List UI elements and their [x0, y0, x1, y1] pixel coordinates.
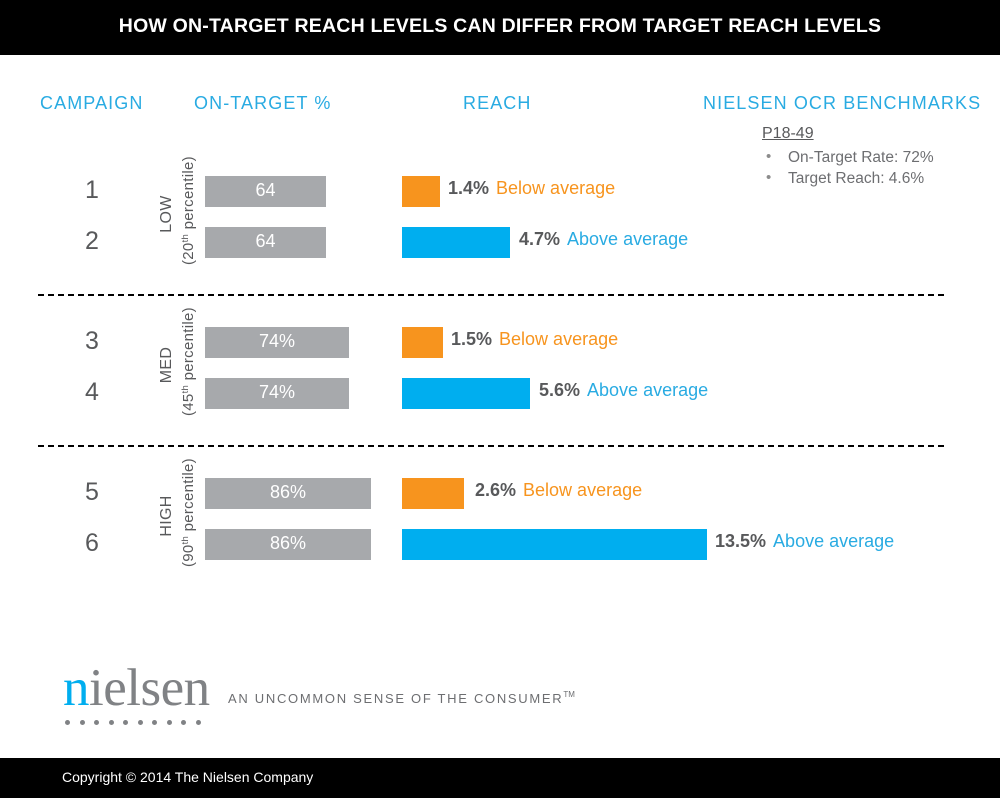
- reach-description: Above average: [567, 229, 689, 249]
- table-row: 6 86% 13.5% Above average: [0, 518, 1000, 569]
- nielsen-logo: nielsen: [63, 662, 210, 725]
- column-header-on-target: ON-TARGET %: [194, 93, 332, 113]
- campaign-group-low: LOW (20th percentile) 1 64 1.4% Below ave…: [0, 156, 1000, 267]
- on-target-value: 64: [255, 180, 276, 200]
- campaign-number: 2: [85, 227, 99, 255]
- campaign-number: 3: [85, 327, 99, 355]
- on-target-bar: 86%: [205, 478, 371, 509]
- title-bar: HOW ON-TARGET REACH LEVELS CAN DIFFER FR…: [0, 0, 1000, 55]
- benchmark-on-target-rate: On-Target Rate: 72%: [788, 149, 934, 166]
- table-row: 2 64 4.7% Above average: [0, 216, 1000, 267]
- reach-bar-below: [402, 478, 464, 509]
- reach-description: Above average: [773, 531, 895, 551]
- bullet-icon: •: [766, 148, 772, 165]
- group-divider: [38, 445, 944, 447]
- logo-wordmark: nielsen: [63, 662, 210, 715]
- reach-bar-above: [402, 227, 510, 258]
- reach-label: 1.4% Below average: [448, 178, 615, 199]
- column-header-benchmarks: NIELSEN OCR BENCHMARKS: [703, 93, 982, 113]
- logo-tagline: AN UNCOMMON SENSE OF THE CONSUMERTM: [228, 690, 575, 706]
- reach-description: Above average: [587, 380, 709, 400]
- reach-percent: 5.6%: [539, 380, 581, 400]
- reach-label: 2.6% Below average: [475, 480, 642, 501]
- reach-label: 4.7% Above average: [519, 229, 688, 250]
- on-target-bar: 64: [205, 176, 326, 207]
- reach-bar-below: [402, 176, 440, 207]
- campaign-number: 5: [85, 478, 99, 506]
- reach-description: Below average: [523, 480, 643, 500]
- reach-bar-below: [402, 327, 443, 358]
- copyright-text: Copyright © 2014 The Nielsen Company: [62, 769, 314, 785]
- logo-rest: ielsen: [89, 659, 210, 717]
- on-target-bar: 64: [205, 227, 326, 258]
- reach-description: Below average: [496, 178, 616, 198]
- on-target-value: 86%: [269, 533, 307, 553]
- footer-bar: Copyright © 2014 The Nielsen Company: [0, 758, 1000, 798]
- table-row: 3 74% 1.5% Below average: [0, 316, 1000, 367]
- reach-percent: 2.6%: [475, 480, 517, 500]
- table-row: 5 86% 2.6% Below average: [0, 467, 1000, 518]
- reach-bar-above: [402, 378, 530, 409]
- campaign-group-high: HIGH (90th percentile) 5 86% 2.6% Below a…: [0, 458, 1000, 569]
- campaign-number: 1: [85, 176, 99, 204]
- campaign-group-med: MED (45th percentile) 3 74% 1.5% Below av…: [0, 307, 1000, 418]
- table-row: 1 64 1.4% Below average: [0, 165, 1000, 216]
- reach-percent: 1.5%: [451, 329, 493, 349]
- logo-dots-icon: [63, 720, 210, 725]
- on-target-value: 86%: [269, 482, 307, 502]
- reach-percent: 1.4%: [448, 178, 490, 198]
- reach-label: 13.5% Above average: [715, 531, 894, 552]
- campaign-number: 6: [85, 529, 99, 557]
- on-target-value: 74%: [258, 382, 296, 402]
- reach-percent: 13.5%: [715, 531, 767, 551]
- group-divider: [38, 294, 944, 296]
- on-target-bar: 86%: [205, 529, 371, 560]
- reach-bar-above: [402, 529, 707, 560]
- on-target-bar: 74%: [205, 327, 349, 358]
- reach-percent: 4.7%: [519, 229, 561, 249]
- column-header-reach: REACH: [463, 93, 532, 113]
- on-target-bar: 74%: [205, 378, 349, 409]
- campaign-number: 4: [85, 378, 99, 406]
- on-target-value: 74%: [258, 331, 296, 351]
- page-title: HOW ON-TARGET REACH LEVELS CAN DIFFER FR…: [118, 15, 882, 37]
- column-header-campaign: CAMPAIGN: [40, 93, 144, 113]
- benchmark-audience-label: P18-49: [762, 125, 814, 142]
- on-target-value: 64: [255, 231, 276, 251]
- table-row: 4 74% 5.6% Above average: [0, 367, 1000, 418]
- reach-description: Below average: [499, 329, 619, 349]
- reach-label: 5.6% Above average: [539, 380, 708, 401]
- reach-label: 1.5% Below average: [451, 329, 618, 350]
- logo-initial: n: [63, 659, 90, 717]
